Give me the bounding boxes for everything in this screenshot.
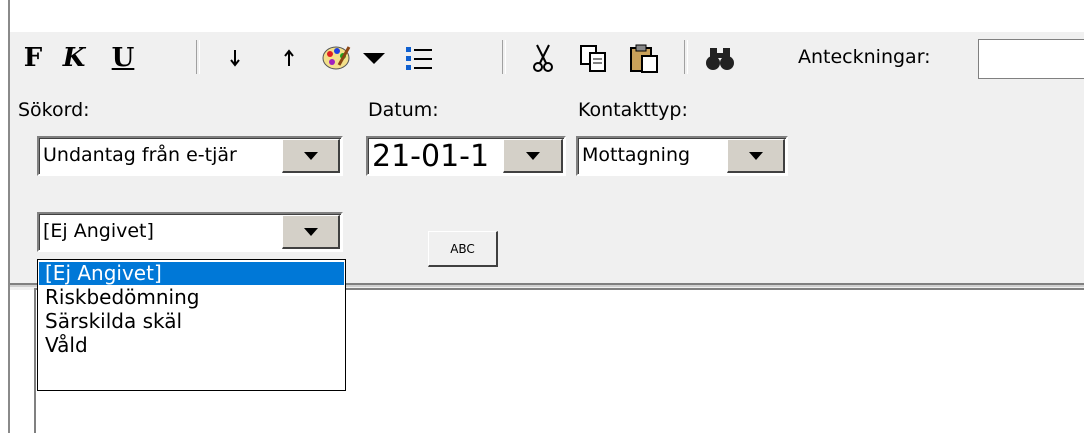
datum-dropdown-button[interactable] [503,139,563,173]
down-arrow-icon [230,50,240,67]
dropdown-option[interactable]: Våld [39,334,344,357]
move-down-button[interactable] [222,38,248,78]
underline-label: U [111,43,135,73]
kontakttyp-label: Kontakttyp: [578,99,688,121]
kontakttyp-dropdown-button[interactable] [727,139,785,173]
sokord-dropdown-button[interactable] [282,139,340,173]
scissors-icon [533,44,553,72]
category-value: [Ej Angivet] [43,220,154,242]
bullet-list-icon [406,47,432,70]
binoculars-icon [706,48,734,70]
bold-button[interactable]: F [18,38,48,78]
toolbar-separator [502,40,506,74]
bold-label: F [23,43,43,73]
underline-button[interactable]: U [108,38,138,78]
color-dropdown-button[interactable] [360,38,388,78]
category-select[interactable]: [Ej Angivet] [37,212,343,252]
left-border [8,0,10,433]
chevron-down-icon [303,151,318,160]
italic-label: K [62,43,86,73]
move-up-button[interactable] [276,38,302,78]
chevron-down-icon [363,52,385,64]
chevron-down-icon [748,151,763,160]
toolbar-separator [196,40,200,74]
spellcheck-button[interactable]: ABC [428,231,498,267]
kontakttyp-value: Mottagning [582,144,691,166]
chevron-down-icon [525,151,540,160]
chevron-down-icon [303,227,318,236]
copy-button[interactable] [576,38,610,78]
color-button[interactable] [318,38,354,78]
datum-value: 21-01-1 [372,139,490,174]
italic-button[interactable]: K [56,38,92,78]
category-dropdown-list: [Ej Angivet] Riskbedömning Särskilda skä… [37,259,346,391]
notes-label: Anteckningar: [798,46,931,68]
datum-label: Datum: [368,99,439,121]
up-arrow-icon [284,49,294,66]
notes-input[interactable] [978,39,1084,79]
copy-icon [580,45,606,72]
sokord-value: Undantag från e-tjär [43,144,237,166]
category-dropdown-button[interactable] [282,215,340,249]
dropdown-option[interactable]: Riskbedömning [39,286,344,309]
top-blank-area [10,0,1084,32]
dropdown-option[interactable]: [Ej Angivet] [39,262,344,285]
sokord-label: Sökord: [18,99,90,121]
paste-icon [630,44,658,73]
find-button[interactable] [702,38,738,78]
dropdown-option[interactable]: Särskilda skäl [39,310,344,333]
paste-button[interactable] [626,38,662,78]
sokord-select[interactable]: Undantag från e-tjär [37,136,343,176]
toolbar-separator [684,40,688,74]
palette-icon [322,46,351,70]
datum-select[interactable]: 21-01-1 [366,136,566,176]
bullet-list-button[interactable] [402,38,436,78]
kontakttyp-select[interactable]: Mottagning [576,136,788,176]
cut-button[interactable] [526,38,560,78]
